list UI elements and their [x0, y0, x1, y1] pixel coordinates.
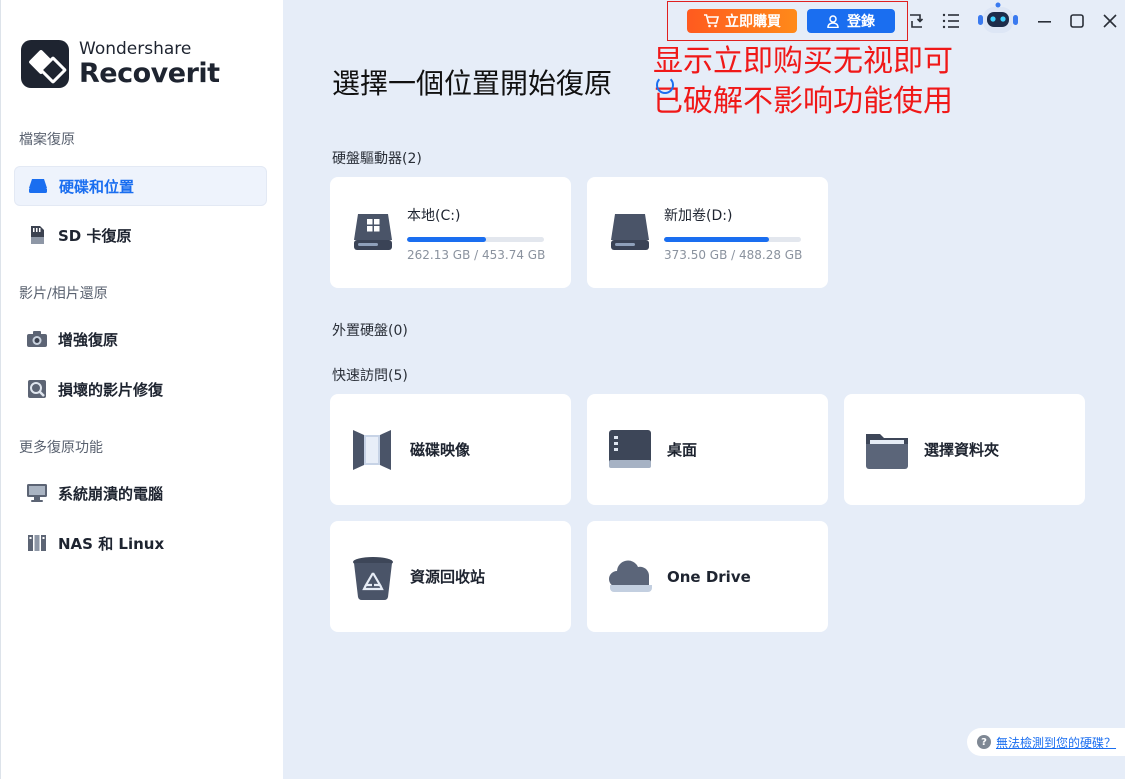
drive-name: 本地(C:)	[407, 208, 461, 224]
quick-access-recycle-bin[interactable]: 資源回收站	[330, 521, 571, 632]
sidebar-item-label: 增強復原	[58, 330, 119, 349]
external-drives-label: 外置硬盤(0)	[332, 323, 408, 339]
page-title: 選擇一個位置開始復原	[332, 67, 613, 100]
sidebar-item-label: 硬碟和位置	[59, 177, 135, 196]
folder-icon	[864, 428, 910, 476]
quick-access-label: 磁碟映像	[410, 441, 471, 459]
quick-access-desktop[interactable]: 桌面	[587, 394, 828, 505]
drive-usage-fill	[407, 237, 487, 242]
quick-access-label: 資源回收站	[410, 568, 486, 586]
drive-icon	[27, 176, 49, 196]
section-title-file-recovery: 檔案復原	[19, 132, 75, 148]
sidebar-item-label: SD 卡復原	[58, 226, 132, 245]
sidebar-item-video-repair[interactable]: 損壞的影片修復	[14, 369, 267, 409]
sidebar-item-nas-linux[interactable]: NAS 和 Linux	[14, 523, 267, 563]
drive-usage-fill	[664, 237, 769, 242]
close-icon[interactable]	[1099, 10, 1121, 32]
quick-access-select-folder[interactable]: 選擇資料夾	[844, 394, 1085, 505]
quick-access-label: 桌面	[667, 441, 698, 459]
quick-access-label: One Drive	[667, 567, 751, 586]
recycle-bin-icon	[350, 555, 396, 605]
drive-card-c[interactable]: 本地(C:) 262.13 GB / 453.74 GB	[330, 177, 571, 288]
app-logo: Wondershare Recoverit	[21, 40, 220, 88]
nas-icon	[26, 533, 48, 553]
quick-access-label: 快速訪問(5)	[332, 368, 408, 384]
sidebar-item-label: NAS 和 Linux	[58, 534, 165, 553]
maximize-icon[interactable]	[1066, 10, 1088, 32]
annotation-highlight-box	[667, 1, 908, 41]
sidebar: Wondershare Recoverit 檔案復原 硬碟和位置 SD 卡復原 …	[0, 0, 283, 779]
sidebar-item-crashed-computer[interactable]: 系統崩潰的電腦	[14, 473, 267, 513]
annotation-text-line1: 显示立即购买无视即可	[653, 44, 953, 79]
brand-name-line2: Recoverit	[79, 58, 220, 89]
drive-not-detected-help-link[interactable]: ? 無法檢測到您的硬碟？	[967, 728, 1125, 756]
help-question-icon: ?	[977, 735, 991, 749]
hard-drives-label: 硬盤驅動器(2)	[332, 151, 422, 167]
sd-card-icon	[26, 225, 48, 245]
section-title-media-recovery: 影片/相片還原	[19, 286, 108, 302]
onedrive-cloud-icon	[607, 557, 655, 599]
robot-avatar-icon[interactable]	[975, 2, 1021, 38]
sidebar-item-enhanced-recovery[interactable]: 增強復原	[14, 319, 267, 359]
drive-size: 262.13 GB / 453.74 GB	[407, 248, 546, 262]
drive-card-d[interactable]: 新加卷(D:) 373.50 GB / 488.28 GB	[587, 177, 828, 288]
annotation-text-line2: 已破解不影响功能使用	[653, 84, 953, 119]
recoverit-logo-icon	[21, 40, 69, 88]
camera-icon	[26, 329, 48, 349]
quick-access-label: 選擇資料夾	[924, 441, 1000, 459]
sync-icon[interactable]	[905, 10, 927, 32]
monitor-icon	[26, 483, 48, 503]
refresh-spinner-icon[interactable]	[656, 76, 674, 94]
quick-access-disk-image[interactable]: 磁碟映像	[330, 394, 571, 505]
drive-usage-bar	[664, 237, 801, 242]
sidebar-item-label: 系統崩潰的電腦	[58, 484, 164, 503]
menu-list-icon[interactable]	[940, 10, 962, 32]
desktop-icon	[607, 428, 653, 476]
disk-image-icon	[350, 428, 394, 476]
drive-name: 新加卷(D:)	[664, 208, 733, 224]
help-link-text: 無法檢測到您的硬碟？	[996, 735, 1117, 750]
brand-name-line1: Wondershare	[79, 39, 192, 59]
drive-size: 373.50 GB / 488.28 GB	[664, 248, 803, 262]
minimize-icon[interactable]	[1033, 10, 1055, 32]
video-repair-icon	[26, 379, 48, 399]
section-title-more-features: 更多復原功能	[19, 440, 103, 456]
sidebar-item-sd-card[interactable]: SD 卡復原	[14, 215, 267, 255]
drive-usage-bar	[407, 237, 544, 242]
quick-access-onedrive[interactable]: One Drive	[587, 521, 828, 632]
sidebar-item-label: 損壞的影片修復	[58, 380, 164, 399]
windows-drive-icon	[352, 212, 394, 256]
app-window: Wondershare Recoverit 檔案復原 硬碟和位置 SD 卡復原 …	[0, 0, 1125, 779]
sidebar-item-drives[interactable]: 硬碟和位置	[14, 166, 267, 206]
hard-drive-icon	[609, 212, 651, 256]
